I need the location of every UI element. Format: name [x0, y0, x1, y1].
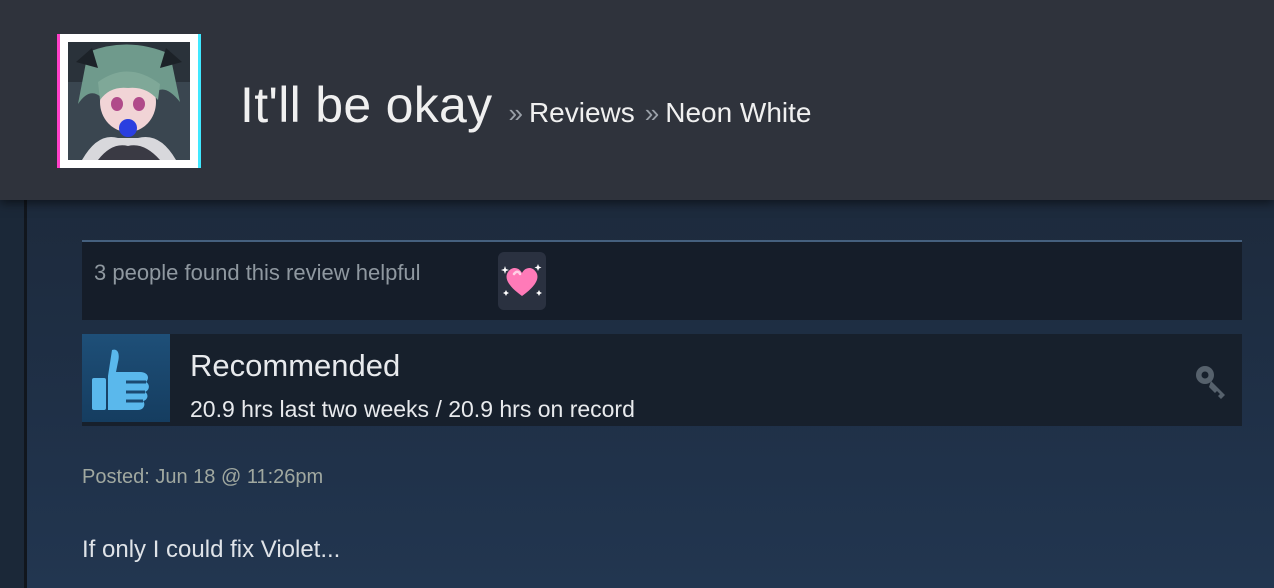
avatar[interactable] — [60, 34, 198, 168]
review-body-text: If only I could fix Violet... — [82, 536, 341, 563]
thumbs-up-icon — [92, 349, 149, 410]
recommendation-box: Recommended 20.9 hrs last two weeks / 20… — [82, 334, 1242, 426]
posted-date: Posted: Jun 18 @ 11:26pm — [82, 466, 324, 488]
recommendation-title: Recommended — [190, 348, 401, 383]
breadcrumb-reviews-link[interactable]: Reviews — [529, 97, 635, 129]
profile-header: It'll be okay » Reviews » Neon White — [0, 0, 1274, 200]
avatar-image — [68, 42, 190, 160]
helpful-bar: 3 people found this review helpful — [82, 240, 1242, 320]
breadcrumb-game-link[interactable]: Neon White — [665, 97, 811, 129]
sparkle-heart-icon — [501, 264, 542, 296]
breadcrumb-separator: » — [644, 98, 660, 128]
award-badge[interactable] — [498, 252, 546, 310]
playtime-hours: 20.9 hrs last two weeks / 20.9 hrs on re… — [190, 396, 635, 422]
page-title: It'll be okay » Reviews » Neon White — [240, 76, 812, 136]
key-icon — [1196, 366, 1225, 399]
thumbs-up-tile — [82, 334, 170, 422]
breadcrumb-separator: » — [508, 98, 523, 128]
helpful-count-text: 3 people found this review helpful — [94, 260, 421, 285]
user-name-link[interactable]: It'll be okay — [240, 76, 492, 134]
